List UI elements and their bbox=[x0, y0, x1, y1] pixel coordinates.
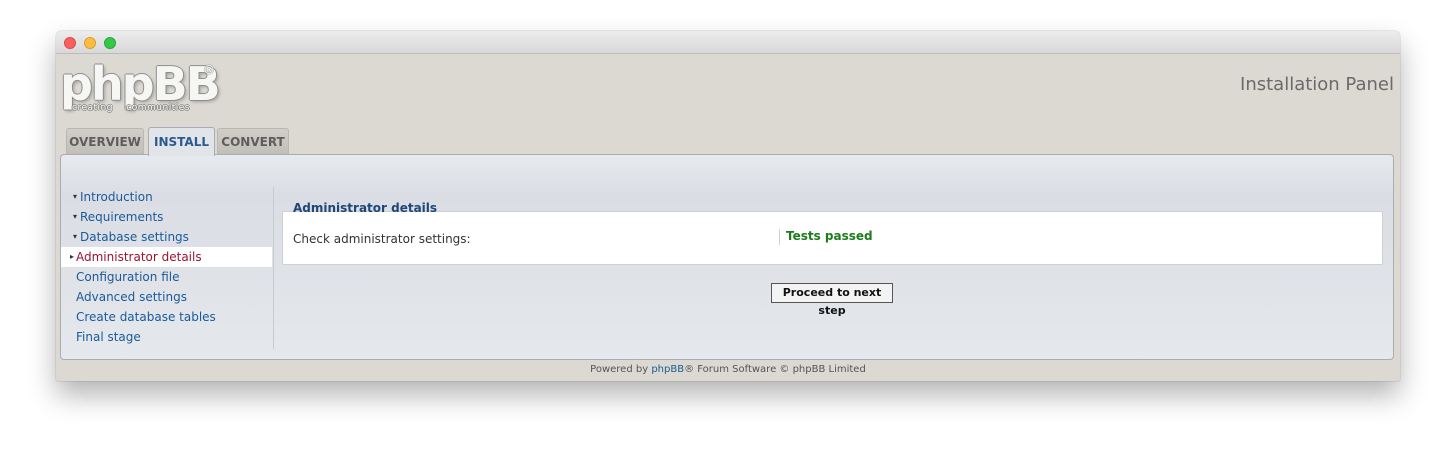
footer-suffix: ® Forum Software © phpBB Limited bbox=[684, 364, 866, 375]
logo-tagline: creating communities bbox=[72, 103, 190, 113]
tab-install[interactable]: INSTALL bbox=[148, 127, 215, 156]
menu-item-introduction[interactable]: ▾ Introduction bbox=[61, 187, 272, 207]
tab-convert[interactable]: CONVERT bbox=[217, 128, 289, 154]
current-step-icon: ▸ bbox=[70, 252, 75, 261]
logo-registered-mark: ® bbox=[203, 63, 215, 77]
tab-overview[interactable]: OVERVIEW bbox=[66, 128, 144, 154]
divider bbox=[779, 229, 780, 245]
menu-item-database-settings[interactable]: ▾ Database settings bbox=[61, 227, 272, 247]
phpbb-logo[interactable]: phpBB ® creating communities bbox=[60, 57, 221, 121]
menu-item-label: Advanced settings bbox=[76, 290, 187, 304]
browser-window: phpBB ® creating communities Installatio… bbox=[56, 31, 1400, 381]
minimize-window-button[interactable] bbox=[84, 37, 96, 49]
title-bar bbox=[56, 31, 1400, 54]
completed-step-icon: ▾ bbox=[73, 192, 78, 201]
install-steps-menu: ▾ Introduction ▾ Requirements ▾ Database… bbox=[61, 187, 274, 349]
check-settings-label: Check administrator settings: bbox=[293, 232, 471, 246]
footer: Powered by phpBB® Forum Software © phpBB… bbox=[56, 364, 1400, 375]
footer-prefix: Powered by bbox=[590, 364, 652, 375]
menu-item-label: Requirements bbox=[80, 210, 164, 224]
menu-item-label: Configuration file bbox=[76, 270, 180, 284]
install-panel: ▾ Introduction ▾ Requirements ▾ Database… bbox=[60, 154, 1394, 360]
menu-item-final-stage[interactable]: Final stage bbox=[61, 327, 272, 347]
menu-item-administrator-details[interactable]: ▸ Administrator details bbox=[61, 247, 272, 267]
page-title: Installation Panel bbox=[1240, 74, 1394, 95]
menu-item-label: Create database tables bbox=[76, 310, 216, 324]
menu-item-requirements[interactable]: ▾ Requirements bbox=[61, 207, 272, 227]
menu-item-label: Final stage bbox=[76, 330, 141, 344]
completed-step-icon: ▾ bbox=[73, 232, 78, 241]
menu-item-advanced-settings[interactable]: Advanced settings bbox=[61, 287, 272, 307]
menu-item-label: Database settings bbox=[80, 230, 189, 244]
admin-details-fieldset: Check administrator settings: Tests pass… bbox=[282, 211, 1383, 265]
test-result-status: Tests passed bbox=[786, 229, 873, 243]
close-window-button[interactable] bbox=[64, 37, 76, 49]
menu-item-label: Introduction bbox=[80, 190, 153, 204]
section-heading: Administrator details bbox=[293, 201, 438, 215]
footer-phpbb-link[interactable]: phpBB bbox=[651, 364, 684, 375]
proceed-next-step-button[interactable]: Proceed to next step bbox=[771, 283, 893, 317]
completed-step-icon: ▾ bbox=[73, 212, 78, 221]
menu-item-configuration-file[interactable]: Configuration file bbox=[61, 267, 272, 287]
menu-item-label: Administrator details bbox=[76, 250, 202, 264]
menu-item-create-database-tables[interactable]: Create database tables bbox=[61, 307, 272, 327]
maximize-window-button[interactable] bbox=[104, 37, 116, 49]
